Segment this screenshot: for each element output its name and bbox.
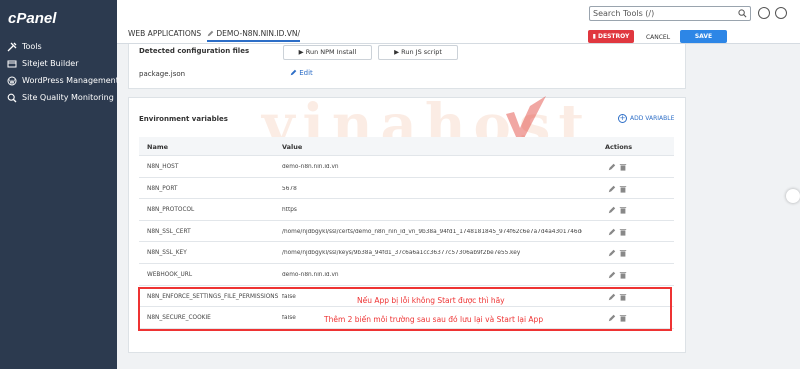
search-input[interactable]: Search Tools (/) <box>589 6 751 21</box>
trash-icon: ▮ <box>592 33 596 40</box>
row-actions <box>608 228 627 236</box>
annotation-line-2: Thêm 2 biến môi trường sau sau đó lưu lạ… <box>324 315 544 324</box>
env-var-value: https <box>282 207 297 214</box>
edit-icon[interactable] <box>608 185 616 193</box>
delete-icon[interactable] <box>619 271 627 279</box>
top-bar: Search Tools (/) <box>117 0 800 28</box>
delete-icon[interactable] <box>619 185 627 193</box>
cancel-button[interactable]: CANCEL <box>639 30 677 43</box>
edit-icon[interactable] <box>608 163 616 171</box>
env-var-name: N8N_PROTOCOL <box>147 207 195 214</box>
table-header: Name Value Actions <box>139 137 674 156</box>
sidebar-item-label: Site Quality Monitoring <box>22 93 114 102</box>
row-actions <box>608 185 627 193</box>
edit-icon[interactable] <box>608 206 616 214</box>
edit-label: Edit <box>299 69 313 77</box>
destroy-button[interactable]: ▮ DESTROY <box>588 30 634 43</box>
monitoring-icon <box>7 93 17 102</box>
search-icon <box>738 9 747 18</box>
run-npm-install-button[interactable]: ▶ Run NPM Install <box>283 45 372 60</box>
tab-app-detail[interactable]: DEMO-N8N.NIN.ID.VN/ <box>207 29 301 42</box>
play-icon: ▶ <box>394 48 400 56</box>
add-variable-button[interactable]: + ADD VARIABLE <box>618 114 674 123</box>
sidebar: cPanel Tools Sitejet Builder WordPress M… <box>0 0 119 369</box>
env-var-name: WEBHOOK_URL <box>147 271 193 278</box>
env-var-value: demo-n8n.nin.id.vn <box>282 164 339 170</box>
column-name: Name <box>147 143 169 151</box>
row-actions <box>608 271 627 279</box>
wordpress-icon <box>7 76 17 85</box>
edit-icon[interactable] <box>608 271 616 279</box>
edit-icon[interactable] <box>608 249 616 257</box>
env-var-name: N8N_HOST <box>147 164 179 170</box>
run-npm-label: Run NPM Install <box>305 48 357 56</box>
plus-icon: + <box>618 114 627 123</box>
search-placeholder: Search Tools (/) <box>593 9 655 18</box>
delete-icon[interactable] <box>619 206 627 214</box>
notifications-icon[interactable] <box>758 7 770 19</box>
row-actions <box>608 206 627 214</box>
delete-icon[interactable] <box>619 228 627 236</box>
sidebar-item-label: Tools <box>22 42 42 51</box>
env-var-value: 5678 <box>282 185 297 192</box>
env-var-name: N8N_SSL_CERT <box>147 228 191 235</box>
pencil-icon <box>290 69 297 76</box>
table-row: WEBHOOK_URL demo-n8n.nin.id.vn <box>139 264 674 286</box>
tab-web-applications[interactable]: WEB APPLICATIONS <box>128 29 201 38</box>
pencil-icon <box>207 30 214 37</box>
destroy-label: DESTROY <box>598 33 630 40</box>
delete-icon[interactable] <box>619 249 627 257</box>
edit-config-link[interactable]: Edit <box>290 69 313 77</box>
column-value: Value <box>282 143 303 151</box>
sidebar-item-label: Sitejet Builder <box>22 59 79 68</box>
config-section-title: Detected configuration files <box>139 47 250 55</box>
env-var-name: N8N_PORT <box>147 185 178 192</box>
row-actions <box>608 249 627 257</box>
run-js-label: Run JS script <box>401 48 442 56</box>
table-row: N8N_SSL_CERT/home/njdbgykl/ssl/certs/dem… <box>139 221 674 243</box>
env-var-name: N8N_SSL_KEY <box>147 250 187 257</box>
cpanel-logo[interactable]: cPanel <box>8 10 56 27</box>
env-var-value: /home/njdbgykl/ssl/certs/demo_n8n_nin_id… <box>282 228 582 235</box>
add-variable-label: ADD VARIABLE <box>630 115 675 122</box>
sidebar-item-sitejet[interactable]: Sitejet Builder <box>0 55 117 72</box>
tab-app-detail-label: DEMO-N8N.NIN.ID.VN/ <box>216 29 301 38</box>
table-row: N8N_PORT 5678 <box>139 178 674 200</box>
sidebar-item-tools[interactable]: Tools <box>0 38 117 55</box>
row-actions <box>608 163 627 171</box>
sidebar-nav: Tools Sitejet Builder WordPress Manageme… <box>0 38 119 106</box>
sidebar-item-label: WordPress Management <box>22 76 119 85</box>
column-actions: Actions <box>605 143 633 151</box>
env-section-title: Environment variables <box>139 115 228 123</box>
table-row: N8N_SSL_KEY/home/njdbgykl/ssl/keys/9b38a… <box>139 242 674 264</box>
accessibility-widget-icon[interactable] <box>786 189 800 203</box>
env-var-value: /home/njdbgykl/ssl/keys/9b38a_94fd1_37c6… <box>282 250 521 257</box>
run-js-script-button[interactable]: ▶ Run JS script <box>378 45 458 60</box>
user-menu-icon[interactable] <box>775 7 787 19</box>
env-var-value: demo-n8n.nin.id.vn <box>282 271 339 278</box>
config-file-name: package.json <box>139 70 186 78</box>
annotation-line-1: Nếu App bị lỗi không Start được thì hãy <box>357 296 505 305</box>
delete-icon[interactable] <box>619 163 627 171</box>
sidebar-item-monitoring[interactable]: Site Quality Monitoring <box>0 89 117 106</box>
annotation-box <box>138 287 672 331</box>
save-button[interactable]: SAVE <box>680 30 727 43</box>
table-row: N8N_HOST demo-n8n.nin.id.vn <box>139 156 674 178</box>
tab-bar: WEB APPLICATIONS DEMO-N8N.NIN.ID.VN/ ▮ D… <box>117 28 800 44</box>
sitejet-icon <box>7 60 17 67</box>
sidebar-item-wordpress[interactable]: WordPress Management <box>0 72 119 89</box>
play-icon: ▶ <box>298 48 304 56</box>
table-row: N8N_PROTOCOL https <box>139 199 674 221</box>
edit-icon[interactable] <box>608 228 616 236</box>
tools-icon <box>7 42 17 51</box>
